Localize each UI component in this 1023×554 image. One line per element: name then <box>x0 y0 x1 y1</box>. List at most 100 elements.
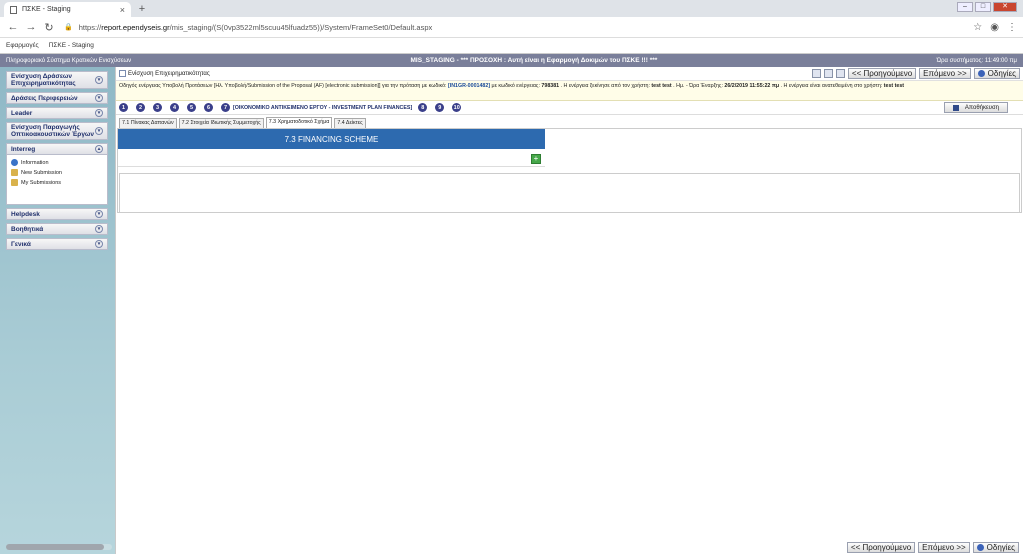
submenu-item-label: New Submission <box>21 169 62 176</box>
sidebar-item-auxiliary[interactable]: Βοηθητικά ▾ <box>6 223 108 235</box>
previous-button[interactable]: << Προηγούμενο <box>847 68 917 79</box>
sidebar-item-regional-actions[interactable]: Δράσεις Περιφερειών ▾ <box>6 92 108 104</box>
chevron-down-icon[interactable]: ▾ <box>95 94 103 102</box>
bookmark-apps[interactable]: Εφαρμογές <box>6 42 39 49</box>
tab-indicators[interactable]: 7.4 Δείκτες <box>334 118 366 128</box>
minimize-icon[interactable]: – <box>957 2 973 12</box>
proposal-code: [IN1GR-0001482] <box>447 83 491 89</box>
help-label: Οδηγίες <box>986 543 1015 552</box>
chevron-down-icon[interactable]: ▾ <box>95 210 103 218</box>
step-button[interactable]: 3 <box>153 103 162 112</box>
step-button[interactable]: 1 <box>119 103 128 112</box>
tab-private-participation[interactable]: 7.2 Στοιχεία Ιδιωτικής Συμμετοχής <box>178 118 264 128</box>
bookmarks-bar: Εφαρμογές ΠΣΚΕ - Staging <box>0 38 1023 54</box>
sidebar-item-helpdesk[interactable]: Helpdesk ▾ <box>6 208 108 220</box>
details-textarea[interactable] <box>119 173 1020 213</box>
maximize-icon[interactable]: □ <box>975 2 991 12</box>
tab-expenses-table[interactable]: 7.1 Πίνακας Δαπανών <box>119 118 177 128</box>
sidebar-scrollbar[interactable] <box>6 544 112 550</box>
help-button[interactable]: Οδηγίες <box>973 68 1020 79</box>
sidebar-item-leader[interactable]: Leader ▾ <box>6 107 108 119</box>
sidebar-item-general[interactable]: Γενικά ▾ <box>6 238 108 250</box>
chevron-down-icon[interactable]: ▾ <box>95 109 103 117</box>
step-button[interactable]: 10 <box>452 103 462 112</box>
chevron-up-icon[interactable]: ▴ <box>95 145 103 153</box>
wizard-steps: 1 2 3 4 5 6 7 [ΟΙΚΟΝΟΜΙΚΟ ΑΝΤΙΚΕΙΜΕΝΟ ΕΡ… <box>116 101 1023 115</box>
step-button[interactable]: 9 <box>435 103 445 112</box>
browser-tabstrip: ΠΣΚΕ - Staging × + – □ ✕ <box>0 0 1023 17</box>
save-icon <box>952 104 959 111</box>
system-time: Ώρα συστήματος: 11:49:00 πμ <box>936 57 1017 64</box>
submenu-item-information[interactable]: Information <box>11 159 107 166</box>
sidebar-item-interreg[interactable]: Interreg ▴ <box>6 143 108 155</box>
sidebar-item-business-actions[interactable]: Ενίσχυση Δράσεων Επιχειρηματικότητας ▾ <box>6 71 108 89</box>
sidebar: Ενίσχυση Δράσεων Επιχειρηματικότητας ▾ Δρ… <box>0 67 115 554</box>
chevron-down-icon[interactable]: ▾ <box>95 240 103 248</box>
browser-tab[interactable]: ΠΣΚΕ - Staging × <box>4 2 131 17</box>
url-host: report.ependyseis.gr <box>101 22 170 32</box>
staging-warning: MIS_STAGING - *** ΠΡΟΣΟΧΗ : Αυτή είναι η… <box>410 57 658 64</box>
menu-icon[interactable]: ⋮ <box>1007 22 1017 33</box>
main-content: Ενίσχυση Επιχειρηματικότητας << Προηγούμ… <box>115 67 1023 554</box>
new-tab-button[interactable]: + <box>135 2 149 16</box>
sidebar-item-audiovisual[interactable]: Ενίσχυση Παραγωγής Οπτικοακουστικών Έργω… <box>6 122 108 140</box>
page-icon <box>119 70 126 77</box>
reload-icon[interactable]: ↻ <box>42 21 56 34</box>
step-button[interactable]: 2 <box>136 103 145 112</box>
chevron-down-icon[interactable]: ▾ <box>95 127 103 135</box>
breadcrumb: Ενίσχυση Επιχειρηματικότητας << Προηγούμ… <box>116 67 1023 81</box>
print-icon[interactable] <box>823 69 833 78</box>
header-actions: << Προηγούμενο Επόμενο >> Οδηγίες <box>809 68 1020 79</box>
started-by-user: test test <box>651 83 672 89</box>
sidebar-item-label: Δράσεις Περιφερειών <box>11 94 78 102</box>
app-header-bar: Πληροφοριακό Σύστημα Κρατικών Ενισχύσεων… <box>0 54 1023 67</box>
chevron-down-icon[interactable]: ▾ <box>95 76 103 84</box>
next-button[interactable]: Επόμενο >> <box>919 68 971 79</box>
tab-financing-scheme[interactable]: 7.3 Χρηματοδοτικό Σχήμα <box>265 117 333 128</box>
close-window-icon[interactable]: ✕ <box>993 2 1017 12</box>
sidebar-item-label: Βοηθητικά <box>11 225 44 233</box>
url-field[interactable]: https://report.ependyseis.gr/mis_staging… <box>79 23 966 32</box>
start-datetime: 26/2/2019 11:55:22 πμ <box>724 83 780 89</box>
interreg-submenu: Information New Submission My Submission… <box>6 155 108 205</box>
export-icon[interactable] <box>835 69 845 78</box>
sidebar-item-label: Ενίσχυση Δράσεων Επιχειρηματικότητας <box>11 73 76 87</box>
help-icon <box>976 544 984 551</box>
previous-button-bottom[interactable]: << Προηγούμενο <box>846 542 916 553</box>
bookmark-pske-staging[interactable]: ΠΣΚΕ - Staging <box>49 42 94 49</box>
back-icon[interactable]: ← <box>6 21 20 33</box>
subtabs: 7.1 Πίνακας Δαπανών 7.2 Στοιχεία Ιδιωτικ… <box>116 117 1023 128</box>
save-button[interactable]: Αποθήκευση <box>943 102 1008 113</box>
forward-icon[interactable]: → <box>24 21 38 33</box>
help-label: Οδηγίες <box>987 69 1016 78</box>
close-tab-icon[interactable]: × <box>120 5 125 15</box>
next-button-bottom[interactable]: Επόμενο >> <box>918 542 970 553</box>
help-button-bottom[interactable]: Οδηγίες <box>972 542 1019 553</box>
lock-icon[interactable]: 🔒 <box>64 23 73 31</box>
submenu-item-new-submission[interactable]: New Submission <box>11 169 107 176</box>
step-button[interactable]: 6 <box>204 103 213 112</box>
account-icon[interactable]: ◉ <box>990 22 999 33</box>
browser-actions: ☆ ◉ ⋮ <box>965 22 1017 33</box>
info-text-5: . Η ενέργεια είναι ανατεθειμένη στο χρήσ… <box>779 83 884 89</box>
action-code: 798381 <box>541 83 560 89</box>
bottom-navigation: << Προηγούμενο Επόμενο >> Οδηγίες <box>844 542 1019 553</box>
section-heading: 7.3 FINANCING SCHEME <box>118 129 545 149</box>
info-text-1: Οδηγός ενέργειας Υποβολή Προτάσεων [Ηλ. … <box>119 83 448 89</box>
edit-icon[interactable] <box>811 69 821 78</box>
submenu-item-my-submissions[interactable]: My Submissions <box>11 179 107 186</box>
help-icon <box>977 70 985 77</box>
save-label: Αποθήκευση <box>964 104 999 111</box>
star-icon[interactable]: ☆ <box>973 22 982 33</box>
step-button[interactable]: 8 <box>418 103 428 112</box>
submenu-item-label: Information <box>21 159 49 166</box>
step-button[interactable]: 4 <box>170 103 179 112</box>
window-controls: – □ ✕ <box>955 2 1017 12</box>
breadcrumb-label: Ενίσχυση Επιχειρηματικότητας <box>128 70 210 77</box>
step-button-active[interactable]: 7 <box>221 103 230 112</box>
add-icon[interactable]: + <box>531 154 541 164</box>
info-text-2: με κωδικό ενέργειας: <box>490 83 542 89</box>
chevron-down-icon[interactable]: ▾ <box>95 225 103 233</box>
financing-row: + <box>118 149 545 167</box>
step-button[interactable]: 5 <box>187 103 196 112</box>
